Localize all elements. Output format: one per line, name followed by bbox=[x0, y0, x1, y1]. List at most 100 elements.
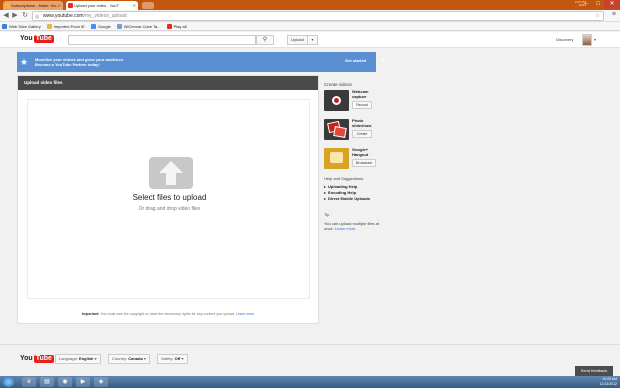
help-link-encoding[interactable]: Encoding Help bbox=[324, 190, 356, 195]
address-bar[interactable]: ◎ www.youtube.com/my_videos_upload ☆ bbox=[32, 11, 604, 21]
bookmark-item[interactable]: Web Slice Gallery bbox=[2, 23, 41, 29]
banner-line-2: Become a YouTube Partner today! bbox=[35, 62, 100, 67]
photo-slideshow-icon[interactable] bbox=[324, 119, 349, 140]
country-select[interactable]: Country: Canada ▾ bbox=[108, 354, 150, 364]
bookmark-label: Imported From IE bbox=[53, 23, 85, 29]
hangout-camera bbox=[330, 152, 343, 163]
close-window-icon[interactable]: ✕ bbox=[604, 0, 620, 9]
tab-title: Subscriptions - Make: Ho... bbox=[11, 3, 60, 8]
bookmark-item[interactable]: Google bbox=[90, 23, 111, 29]
bookmarks-bar: Web Slice Gallery Imported From IE Googl… bbox=[0, 22, 620, 31]
learn-more-link[interactable]: Learn more bbox=[236, 312, 254, 316]
username[interactable]: Discovery bbox=[556, 37, 574, 43]
window-controls: – □ ✕ bbox=[580, 0, 620, 10]
page-icon bbox=[116, 23, 122, 29]
back-icon[interactable]: ◀ bbox=[2, 12, 10, 20]
windows-taskbar: e ▤ ◉ ▶ ◈ 10:05 AM 11/13/2012 bbox=[0, 376, 620, 388]
create-button[interactable]: Create bbox=[352, 130, 372, 138]
reload-icon[interactable]: ↻ bbox=[21, 12, 29, 20]
help-title: Help and Suggestions bbox=[324, 176, 364, 181]
page-info-icon: ◎ bbox=[35, 14, 40, 20]
wrench-menu-icon[interactable]: ≡ bbox=[612, 11, 616, 19]
upload-dropzone[interactable]: Select files to upload Or drag and drop … bbox=[27, 99, 310, 299]
app-icon[interactable]: ◈ bbox=[94, 377, 108, 387]
minimize-icon[interactable]: – bbox=[580, 0, 592, 9]
chevron-down-icon: ▾ bbox=[181, 356, 184, 361]
close-icon[interactable]: × bbox=[381, 57, 385, 65]
star-icon: ★ bbox=[20, 57, 29, 67]
tab-upload-video[interactable]: Upload your video - YouT ✕ bbox=[66, 1, 138, 10]
language-select[interactable]: Language: English ▾ bbox=[55, 354, 101, 364]
send-feedback-button[interactable]: Send feedback bbox=[575, 366, 613, 376]
record-dot bbox=[332, 96, 341, 105]
start-button[interactable] bbox=[3, 377, 14, 387]
upload-panel: Upload video files Select files to uploa… bbox=[17, 75, 319, 324]
safety-label: Safety: bbox=[161, 356, 174, 361]
url-path: /my_videos_upload bbox=[83, 13, 127, 19]
forward-icon[interactable]: ▶ bbox=[11, 12, 19, 20]
bookmark-label: Play all bbox=[173, 23, 187, 29]
copyright-notice: Important: You must own the copyright or… bbox=[18, 312, 318, 317]
tray-date: 11/13/2012 bbox=[599, 382, 617, 386]
youtube-logo-footer[interactable]: You Tube bbox=[20, 355, 54, 363]
broadcast-button[interactable]: Broadcast bbox=[352, 159, 376, 167]
arrow-stem bbox=[166, 172, 176, 185]
ie-icon bbox=[2, 23, 7, 29]
safety-select[interactable]: Safety: Off ▾ bbox=[157, 354, 188, 364]
youtube-logo[interactable]: You Tube bbox=[20, 35, 54, 43]
chrome-icon[interactable]: ◉ bbox=[58, 377, 72, 387]
maximize-icon[interactable]: □ bbox=[592, 0, 604, 9]
create-item-label: Webcam capture bbox=[352, 89, 368, 99]
system-tray-clock[interactable]: 10:05 AM 11/13/2012 bbox=[600, 377, 617, 387]
bookmark-item[interactable]: WiChrook Cube Ta... bbox=[116, 23, 161, 29]
youtube-footer: You Tube Language: English ▾ Country: Can… bbox=[0, 344, 620, 374]
help-link-mobile[interactable]: Direct Mobile Uploads bbox=[324, 196, 370, 201]
search-button[interactable]: ⚲ bbox=[256, 35, 274, 45]
webcam-record-icon[interactable] bbox=[324, 90, 349, 111]
tab-favicon bbox=[5, 3, 10, 8]
partner-banner: ★ Monetize your videos and grow your aud… bbox=[17, 52, 385, 72]
bookmark-star-icon[interactable]: ☆ bbox=[595, 12, 600, 20]
language-value: English bbox=[79, 356, 94, 361]
upload-button[interactable]: Upload bbox=[287, 35, 308, 45]
url-host: www.youtube.com bbox=[43, 13, 84, 19]
search-input[interactable] bbox=[68, 35, 256, 45]
upload-arrow-icon[interactable] bbox=[149, 157, 193, 189]
help-link-uploading[interactable]: Uploading Help bbox=[324, 184, 357, 189]
youtube-header: You Tube ⚲ Upload ▾ Discovery ▾ bbox=[0, 32, 620, 48]
logo-you: You bbox=[20, 35, 33, 42]
chevron-down-icon: ▾ bbox=[94, 356, 97, 361]
banner-text: Monetize your videos and grow your audie… bbox=[35, 57, 124, 67]
logo-you: You bbox=[20, 355, 33, 362]
play-icon bbox=[166, 23, 172, 29]
tip-learn-more-link[interactable]: Learn more bbox=[335, 226, 355, 231]
tab-subscriptions[interactable]: Subscriptions - Make: Ho... ✕ bbox=[3, 1, 63, 10]
tab-title: Upload your video - YouT bbox=[74, 3, 119, 8]
explorer-icon[interactable]: ▤ bbox=[40, 377, 54, 387]
close-tab-icon[interactable]: ✕ bbox=[58, 1, 61, 10]
google-icon bbox=[90, 23, 96, 29]
ie-icon[interactable]: e bbox=[22, 377, 36, 387]
media-player-icon[interactable]: ▶ bbox=[76, 377, 90, 387]
new-tab-button[interactable] bbox=[142, 2, 154, 9]
browser-tab-strip: Subscriptions - Make: Ho... ✕ Upload you… bbox=[0, 0, 620, 10]
photo-frame bbox=[333, 126, 347, 138]
bookmark-label: WiChrook Cube Ta... bbox=[123, 23, 161, 29]
avatar[interactable] bbox=[582, 34, 592, 46]
create-item-label: Google+ Hangout bbox=[352, 147, 368, 157]
search-icon: ⚲ bbox=[262, 37, 268, 43]
record-button[interactable]: Record bbox=[352, 101, 372, 109]
folder-icon bbox=[46, 23, 52, 29]
bookmark-item[interactable]: Play all bbox=[166, 23, 187, 29]
close-tab-icon[interactable]: ✕ bbox=[133, 1, 136, 10]
chevron-down-icon[interactable]: ▾ bbox=[594, 37, 596, 42]
upload-dropdown[interactable]: ▾ bbox=[308, 35, 318, 45]
screen: Subscriptions - Make: Ho... ✕ Upload you… bbox=[0, 0, 620, 388]
bookmark-label: Web Slice Gallery bbox=[9, 23, 41, 29]
select-files-label[interactable]: Select files to upload bbox=[28, 193, 311, 203]
bookmark-item[interactable]: Imported From IE bbox=[46, 23, 85, 29]
hangout-icon[interactable] bbox=[324, 148, 349, 169]
get-started-button[interactable]: Get started bbox=[345, 58, 366, 64]
country-label: Country: bbox=[112, 356, 128, 361]
chevron-down-icon: ▾ bbox=[311, 37, 314, 42]
